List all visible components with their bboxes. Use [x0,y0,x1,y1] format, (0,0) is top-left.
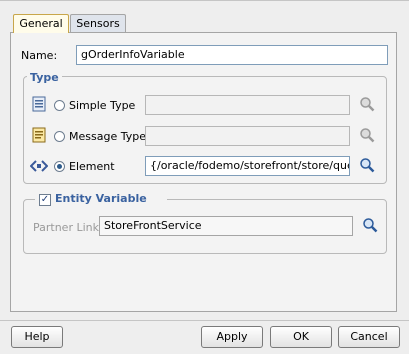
apply-button[interactable]: Apply [201,326,263,348]
element-field[interactable]: {/oracle/fodemo/storefront/store/queries [145,156,350,176]
name-label: Name: [21,49,57,62]
message-type-label: Message Type [69,130,146,143]
simple-type-radio[interactable] [54,100,65,111]
partner-link-field[interactable]: StoreFrontService [99,216,353,236]
simple-type-label: Simple Type [69,99,136,112]
entity-group-title: Entity Variable [55,192,147,205]
help-button-label: Help [24,330,50,343]
cancel-button-label: Cancel [350,330,388,343]
element-radio[interactable] [54,161,65,172]
cancel-button[interactable]: Cancel [338,326,400,348]
apply-button-label: Apply [216,330,248,343]
tab-general-label: General [19,17,63,30]
ok-button[interactable]: OK [270,326,332,348]
message-type-field[interactable] [145,126,350,146]
tab-sensors[interactable]: Sensors [70,14,126,32]
tab-general[interactable]: General [13,14,69,33]
help-button[interactable]: Help [11,326,63,348]
name-label-text: Name: [21,49,58,62]
ok-button-label: OK [293,330,309,343]
name-field[interactable]: gOrderInfoVariable [76,45,388,65]
simple-type-icon [32,96,46,112]
search-icon[interactable] [359,127,375,143]
simple-type-field[interactable] [145,95,350,115]
footer-separator [0,320,409,321]
tab-sensors-label: Sensors [76,17,120,30]
element-label: Element [69,160,115,173]
entity-variable-checkbox[interactable]: ✓ [39,194,51,206]
message-type-radio[interactable] [54,131,65,142]
search-icon[interactable] [359,96,375,112]
element-icon [30,160,48,172]
type-group-title: Type [27,71,62,84]
message-type-icon [32,127,46,143]
search-icon[interactable] [362,217,378,233]
search-icon[interactable] [359,157,375,173]
top-border [0,0,409,1]
partner-link-label: Partner Link: [33,221,103,234]
